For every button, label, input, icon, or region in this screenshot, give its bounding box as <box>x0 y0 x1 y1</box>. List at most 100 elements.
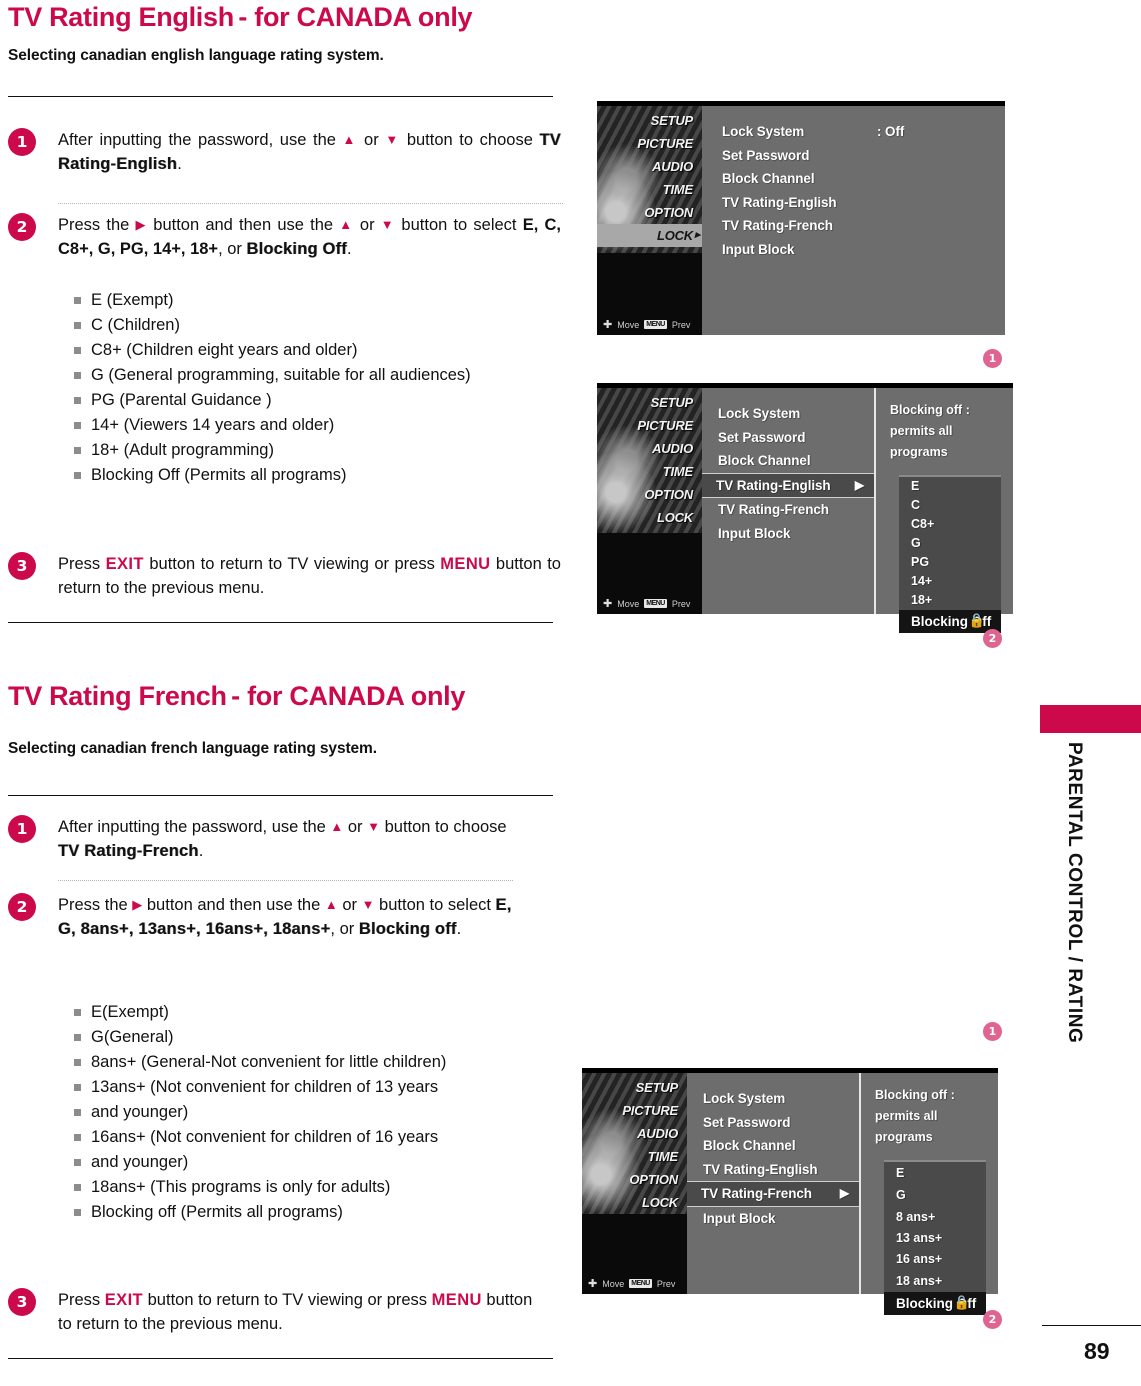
page-footer-rule <box>1042 1325 1141 1326</box>
osd-row-lock-system[interactable]: Lock System <box>701 1087 859 1111</box>
callout-marker-1: 1 <box>983 349 1002 368</box>
osd-row-lock-system[interactable]: Lock System <box>716 402 874 426</box>
osd-screenshot-lock-menu: SETUP PICTURE AUDIO TIME OPTION LOCK ✚ M… <box>597 101 1005 335</box>
step-text-part: or <box>337 896 362 914</box>
osd-tab-lock[interactable]: LOCK <box>597 224 702 247</box>
document-left-column: TV Rating English - for CANADA only Sele… <box>0 0 580 1386</box>
osd-main-pane: Lock System : Off Set Password Block Cha… <box>702 106 1005 335</box>
up-arrow-icon: ▲ <box>342 132 358 147</box>
osd-row-lock-system[interactable]: Lock System : Off <box>720 120 1005 144</box>
step-text-part: After inputting the password, use the <box>58 818 331 836</box>
osd-row-input-block[interactable]: Input Block <box>720 238 1005 262</box>
osd-rating-item[interactable]: 13 ans+ <box>884 1228 986 1249</box>
list-item: Blocking Off (Permits all programs) <box>74 463 471 488</box>
osd-tab-picture[interactable]: PICTURE <box>597 414 702 437</box>
osd-rating-item-blocking-off[interactable]: Blocking Off 🔓 <box>899 610 1001 633</box>
osd-rating-item[interactable]: 14+ <box>899 572 1001 591</box>
list-item-continuation: and younger) <box>74 1100 446 1125</box>
osd-rating-item[interactable]: E <box>884 1162 986 1184</box>
osd-row-set-password[interactable]: Set Password <box>701 1111 859 1135</box>
osd-footer-prev: Prev <box>671 598 691 609</box>
osd-tab-picture[interactable]: PICTURE <box>582 1099 687 1122</box>
step-text-part: button to choose <box>380 818 507 836</box>
osd-row-input-block[interactable]: Input Block <box>701 1207 859 1231</box>
osd-rating-item[interactable]: 16 ans+ <box>884 1249 986 1270</box>
osd-row-set-password[interactable]: Set Password <box>716 426 874 450</box>
osd-tab-option[interactable]: OPTION <box>582 1168 687 1191</box>
osd-tab-time[interactable]: TIME <box>597 178 702 201</box>
osd-tab-setup[interactable]: SETUP <box>597 391 702 414</box>
osd-rating-item-blocking-off[interactable]: Blocking Off 🔓 <box>884 1292 986 1315</box>
osd-rating-item[interactable]: 18+ <box>899 591 1001 610</box>
osd-tab-lock[interactable]: LOCK <box>597 506 702 529</box>
step-french-3: 3 Press EXIT button to return to TV view… <box>0 1288 580 1336</box>
osd-row-set-password[interactable]: Set Password <box>720 144 1005 168</box>
osd-rating-item[interactable]: C8+ <box>899 515 1001 534</box>
osd-row-input-block[interactable]: Input Block <box>716 522 874 546</box>
unlock-icon: 🔓 <box>968 613 985 628</box>
dotted-separator-english <box>58 203 563 204</box>
move-pad-icon: ✚ <box>603 319 613 331</box>
osd-row-tv-rating-english[interactable]: TV Rating-English <box>701 1158 859 1182</box>
step-text-part: button to return to TV viewing or press <box>143 555 441 573</box>
osd-tab-audio[interactable]: AUDIO <box>582 1122 687 1145</box>
osd-sidebar: SETUP PICTURE AUDIO TIME OPTION LOCK ✚ M… <box>582 1073 687 1294</box>
osd-tab-option[interactable]: OPTION <box>597 201 702 224</box>
osd-tab-audio[interactable]: AUDIO <box>597 437 702 460</box>
osd-rating-item[interactable]: PG <box>899 553 1001 572</box>
step-text-part: button to return to TV viewing or press <box>143 1291 432 1309</box>
osd-tab-time[interactable]: TIME <box>582 1145 687 1168</box>
osd-row-tv-rating-french[interactable]: TV Rating-French <box>716 498 874 522</box>
osd-rating-item[interactable]: G <box>899 534 1001 553</box>
osd-rating-pane: Blocking off : permits all programs E C … <box>874 388 1013 633</box>
osd-rating-item[interactable]: 18 ans+ <box>884 1270 986 1292</box>
osd-rating-item[interactable]: G <box>884 1184 986 1206</box>
osd-row-tv-rating-french[interactable]: TV Rating-French <box>720 214 1005 238</box>
osd-rating-item[interactable]: E <box>899 477 1001 496</box>
step-text-part: Press <box>58 1291 105 1309</box>
step-text-part: button and then use the <box>147 216 340 234</box>
section-french-title: TV Rating French - for CANADA only <box>8 681 465 712</box>
osd-footer-move: Move <box>617 319 640 330</box>
list-item: 18ans+ (This programs is only for adults… <box>74 1175 446 1200</box>
move-pad-icon: ✚ <box>588 1278 598 1290</box>
osd-tab-audio[interactable]: AUDIO <box>597 155 702 178</box>
osd-row-block-channel[interactable]: Block Channel <box>720 167 1005 191</box>
osd-lock-menu-pane: Lock System Set Password Block Channel T… <box>702 388 874 614</box>
step-text-part: After inputting the password, use the <box>58 131 343 149</box>
osd-tab-option[interactable]: OPTION <box>597 483 702 506</box>
osd-tab-setup[interactable]: SETUP <box>597 109 702 132</box>
osd-footer-menu-key: MENU <box>629 1279 652 1288</box>
osd-tab-setup[interactable]: SETUP <box>582 1076 687 1099</box>
osd-tab-lock[interactable]: LOCK <box>582 1191 687 1214</box>
osd-rating-pane: Blocking off : permits all programs E G … <box>859 1073 998 1315</box>
step-text-part: Press the <box>58 216 136 234</box>
osd-row-tv-rating-english[interactable]: TV Rating-English <box>720 191 1005 215</box>
move-pad-icon: ✚ <box>603 598 613 610</box>
step-text-part: or <box>343 818 368 836</box>
step-badge: 2 <box>8 893 36 921</box>
step-french-1: 1 After inputting the password, use the … <box>0 815 580 863</box>
osd-footer-move: Move <box>617 598 640 609</box>
osd-lock-menu-list: Lock System : Off Set Password Block Cha… <box>702 106 1005 261</box>
osd-tab-time[interactable]: TIME <box>597 460 702 483</box>
dotted-separator-french <box>58 880 513 881</box>
section-english-title-main: TV Rating English <box>8 2 234 32</box>
callout-marker-4: 2 <box>983 1310 1002 1329</box>
step-french-3-text: Press EXIT button to return to TV viewin… <box>58 1288 538 1336</box>
osd-row-block-channel[interactable]: Block Channel <box>701 1134 859 1158</box>
osd-row-label: TV Rating-English <box>716 477 831 493</box>
rule-english-bottom <box>8 622 553 623</box>
step-french-2-text: Press the ▶ button and then use the ▲ or… <box>58 893 528 941</box>
osd-row-tv-rating-french[interactable]: TV Rating-French ▶ <box>687 1181 859 1207</box>
step-text-part: . <box>346 240 352 258</box>
osd-tab-picture[interactable]: PICTURE <box>597 132 702 155</box>
osd-footer-prev: Prev <box>671 319 691 330</box>
callout-marker-3: 1 <box>983 1022 1002 1041</box>
up-arrow-icon: ▲ <box>330 819 344 834</box>
osd-row-block-channel[interactable]: Block Channel <box>716 449 874 473</box>
osd-rating-item[interactable]: 8 ans+ <box>884 1206 986 1228</box>
osd-row-tv-rating-english[interactable]: TV Rating-English ▶ <box>702 472 874 498</box>
osd-sidebar: SETUP PICTURE AUDIO TIME OPTION LOCK ✚ M… <box>597 106 702 335</box>
osd-rating-item[interactable]: C <box>899 496 1001 515</box>
